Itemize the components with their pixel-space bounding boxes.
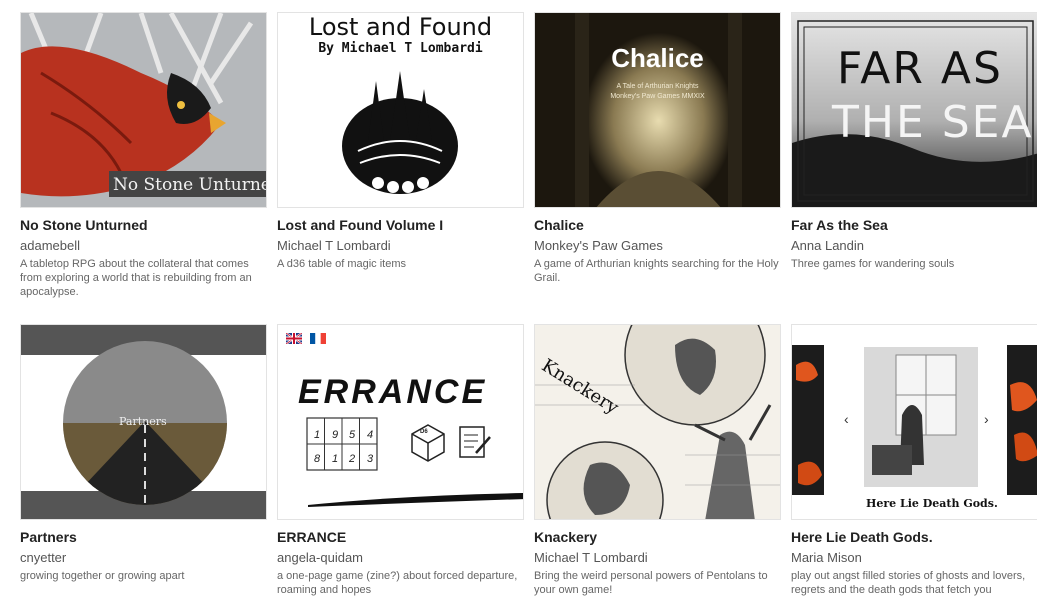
game-thumbnail[interactable]: Partners xyxy=(20,324,267,520)
game-title[interactable]: Knackery xyxy=(534,528,781,546)
grid-number: 1 xyxy=(332,453,339,465)
grid-number: 2 xyxy=(349,453,356,465)
grid-number: 1 xyxy=(314,429,321,441)
cover-title: Partners xyxy=(119,415,167,428)
game-card-knackery[interactable]: Knackery Knackery Michael T Lombardi Bri… xyxy=(534,324,781,597)
game-description: A game of Arthurian knights searching fo… xyxy=(534,258,779,284)
die-label: D6 xyxy=(420,429,428,435)
game-thumbnail[interactable]: Lost and Found By Michael T Lombardi xyxy=(277,12,524,208)
game-title[interactable]: Here Lie Death Gods. xyxy=(791,528,1037,546)
grid-number: 9 xyxy=(332,429,339,441)
cover-byline: By Michael T Lombardi xyxy=(318,41,483,56)
brush-stroke-art xyxy=(308,493,523,507)
game-thumbnail[interactable]: Chalice A Tale of Arthurian Knights Monk… xyxy=(534,12,781,208)
game-author[interactable]: adamebell xyxy=(20,237,267,254)
game-card-partners[interactable]: Partners Partners cnyetter growing toget… xyxy=(20,324,267,583)
notes-icon xyxy=(459,426,491,458)
game-author[interactable]: Michael T Lombardi xyxy=(277,237,524,254)
cover-title: No Stone Unturned xyxy=(113,175,267,195)
game-description: Three games for wandering souls xyxy=(791,258,955,270)
game-card-here-lie-death-gods[interactable]: ‹ › Here Lie Death Gods. Here Lie Death … xyxy=(791,324,1037,597)
game-card-far-as-the-sea[interactable]: FAR AS THE SEA Far As the Sea Anna Landi… xyxy=(791,12,1037,271)
carousel-cover-art xyxy=(792,345,1037,495)
grid-number: 3 xyxy=(367,453,374,465)
game-author[interactable]: Monkey's Paw Games xyxy=(534,237,781,254)
game-card-errance[interactable]: ERRANCE 1 9 5 4 8 1 2 3 D6 ERRANCE angel… xyxy=(277,324,524,597)
game-title[interactable]: Partners xyxy=(20,528,267,546)
game-title[interactable]: Chalice xyxy=(534,216,781,234)
game-description: A tabletop RPG about the collateral that… xyxy=(20,258,252,298)
grid-number: 8 xyxy=(314,453,321,465)
game-thumbnail[interactable]: Knackery xyxy=(534,324,781,520)
game-thumbnail[interactable]: FAR AS THE SEA xyxy=(791,12,1037,208)
france-flag-icon xyxy=(310,333,326,344)
cover-title-line2: THE SEA xyxy=(832,97,1034,148)
castle-skulls-art xyxy=(342,71,458,194)
uk-flag-icon xyxy=(286,333,302,344)
game-description: growing together or growing apart xyxy=(20,570,185,582)
game-description: a one-page game (zine?) about forced dep… xyxy=(277,570,518,596)
grid-number: 4 xyxy=(367,429,374,441)
carousel-prev-arrow[interactable]: ‹ xyxy=(844,411,849,427)
game-description: Bring the weird personal powers of Pento… xyxy=(534,570,768,596)
game-thumbnail[interactable]: ‹ › Here Lie Death Gods. xyxy=(791,324,1037,520)
game-author[interactable]: Maria Mison xyxy=(791,549,1037,566)
game-author[interactable]: Michael T Lombardi xyxy=(534,549,781,566)
game-author[interactable]: cnyetter xyxy=(20,549,267,566)
game-thumbnail[interactable]: No Stone Unturned xyxy=(20,12,267,208)
game-card-chalice[interactable]: Chalice A Tale of Arthurian Knights Monk… xyxy=(534,12,781,285)
grid-number: 5 xyxy=(349,429,356,441)
game-description: play out angst filled stories of ghosts … xyxy=(791,570,1026,596)
cover-title-line1: FAR AS xyxy=(837,43,1003,94)
cover-title: Here Lie Death Gods. xyxy=(866,497,998,510)
carousel-next-arrow[interactable]: › xyxy=(984,411,989,427)
game-title[interactable]: No Stone Unturned xyxy=(20,216,267,234)
cover-title: Lost and Found xyxy=(308,13,493,41)
cover-title: ERRANCE xyxy=(298,373,488,411)
cover-title: Chalice xyxy=(611,43,704,73)
game-author[interactable]: Anna Landin xyxy=(791,237,1037,254)
game-title[interactable]: Far As the Sea xyxy=(791,216,1037,234)
bubbles-engraving-art xyxy=(535,325,780,519)
game-author[interactable]: angela-quidam xyxy=(277,549,524,566)
game-thumbnail[interactable]: ERRANCE 1 9 5 4 8 1 2 3 D6 xyxy=(277,324,524,520)
game-title[interactable]: ERRANCE xyxy=(277,528,524,546)
cover-publisher: Monkey's Paw Games MMXIX xyxy=(610,93,705,100)
game-title[interactable]: Lost and Found Volume I xyxy=(277,216,524,234)
cover-subtitle: A Tale of Arthurian Knights xyxy=(616,83,699,90)
d6-die-icon xyxy=(411,424,445,462)
game-card-lost-and-found[interactable]: Lost and Found By Michael T Lombardi Los… xyxy=(277,12,524,271)
game-card-no-stone-unturned[interactable]: No Stone Unturned No Stone Unturned adam… xyxy=(20,12,267,299)
game-description: A d36 table of magic items xyxy=(277,258,407,270)
